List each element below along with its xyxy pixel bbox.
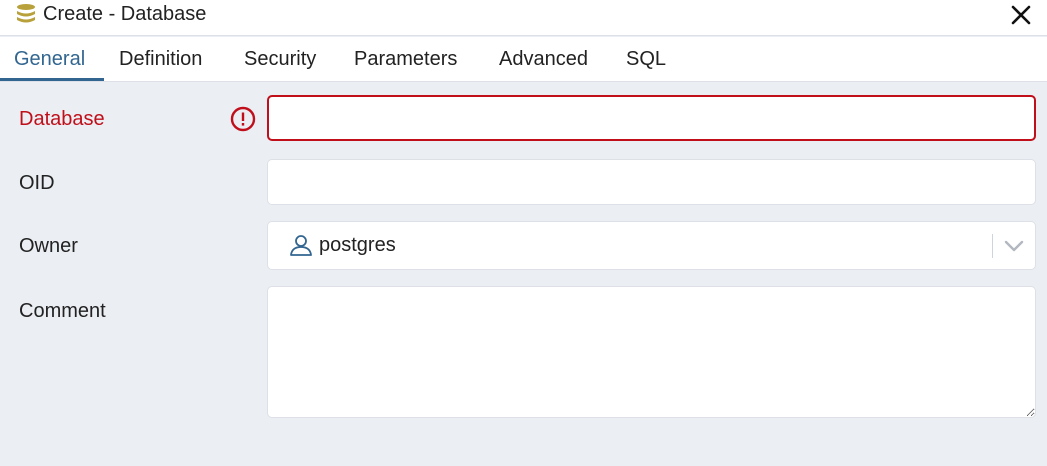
- active-tab-indicator: [0, 78, 104, 81]
- comment-label: Comment: [19, 300, 106, 322]
- chevron-down-icon[interactable]: [1003, 236, 1025, 256]
- oid-input[interactable]: [267, 159, 1036, 205]
- database-name-input[interactable]: [267, 95, 1036, 141]
- dialog-title: Create - Database: [43, 3, 207, 25]
- owner-select-value: postgres: [319, 234, 396, 256]
- comment-textarea[interactable]: [267, 286, 1036, 418]
- tab-definition[interactable]: Definition: [119, 37, 202, 81]
- dialog-titlebar: Create - Database: [0, 0, 1047, 36]
- tab-general[interactable]: General: [14, 37, 85, 81]
- oid-label: OID: [19, 172, 55, 194]
- select-separator: [992, 234, 993, 258]
- error-icon: [230, 106, 256, 132]
- tab-security[interactable]: Security: [244, 37, 316, 81]
- owner-select[interactable]: postgres: [267, 221, 1036, 270]
- tab-advanced[interactable]: Advanced: [499, 37, 588, 81]
- tab-bar: General Definition Security Parameters A…: [0, 37, 1047, 82]
- tab-sql[interactable]: SQL: [626, 37, 666, 81]
- tab-parameters[interactable]: Parameters: [354, 37, 457, 81]
- user-icon: [289, 233, 313, 257]
- database-icon: [15, 3, 37, 25]
- close-icon[interactable]: [1006, 0, 1036, 30]
- database-label: Database: [19, 108, 105, 130]
- owner-label: Owner: [19, 235, 78, 257]
